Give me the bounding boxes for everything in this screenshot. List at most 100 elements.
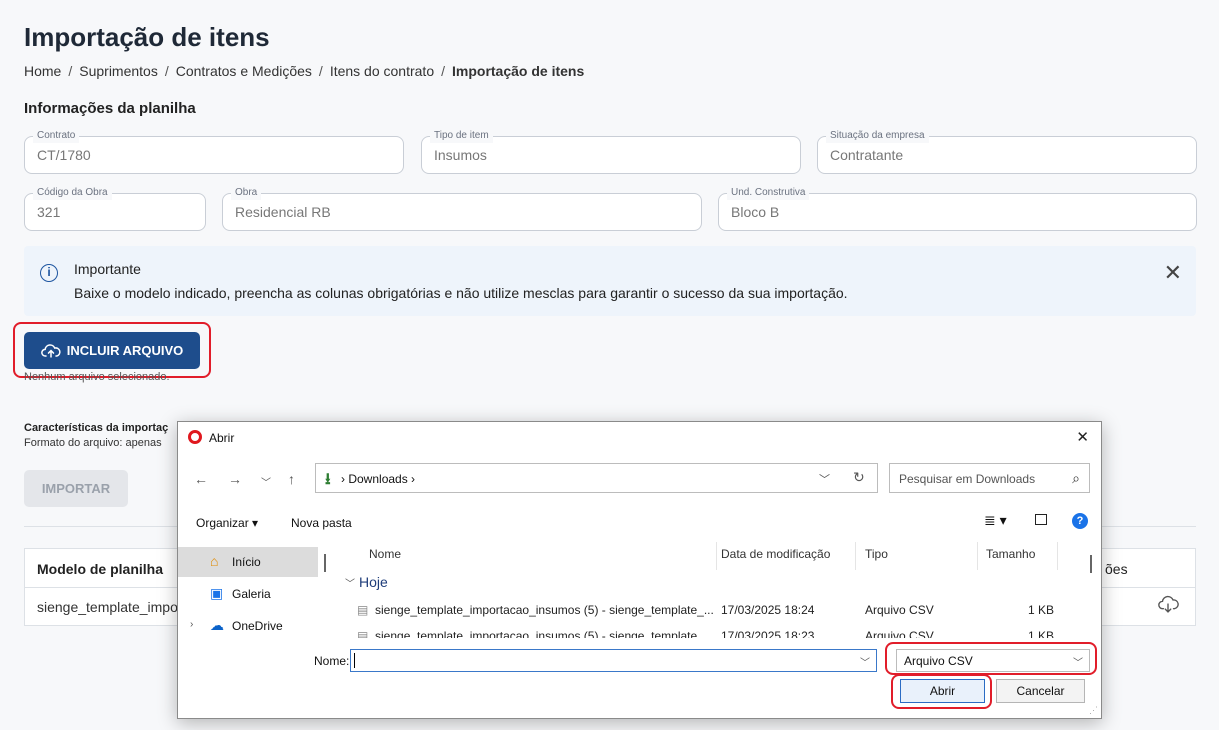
new-folder-button[interactable]: Nova pasta bbox=[291, 516, 352, 530]
back-icon[interactable]: ← bbox=[194, 471, 208, 487]
expand-chevron-icon[interactable]: › bbox=[190, 619, 193, 630]
gallery-icon: ▣ bbox=[210, 585, 224, 601]
breadcrumb: Home / Suprimentos / Contratos e Medições / It… bbox=[24, 63, 585, 79]
address-dropdown-icon[interactable]: ﹀ bbox=[819, 471, 830, 487]
column-tipo[interactable]: Tipo bbox=[865, 547, 888, 561]
file-name: sienge_template_importacao_insumos (5) -… bbox=[375, 629, 714, 638]
codigo-obra-label: Código da Obra bbox=[33, 186, 112, 200]
column-separator bbox=[716, 542, 717, 570]
file-type: Arquivo CSV bbox=[865, 603, 934, 617]
search-box[interactable]: Pesquisar em Downloads ⌕ bbox=[889, 463, 1090, 493]
breadcrumb-suprimentos[interactable]: Suprimentos bbox=[79, 63, 158, 79]
file-list-scrollbar[interactable] bbox=[1090, 555, 1092, 573]
breadcrumb-home[interactable]: Home bbox=[24, 63, 61, 79]
column-tamanho[interactable]: Tamanho bbox=[986, 547, 1035, 561]
caracteristicas-format: Formato do arquivo: apenas bbox=[24, 437, 162, 449]
open-file-dialog: Abrir ✕ ← → ﹀ ↑ ⭳ › Downloads › ﹀ ↻ Pesq… bbox=[177, 421, 1102, 719]
file-icon: ▤ bbox=[357, 629, 369, 638]
column-data[interactable]: Data de modificação bbox=[721, 547, 830, 561]
file-name: sienge_template_importacao_insumos (5) -… bbox=[375, 603, 714, 617]
home-icon: ⌂ bbox=[210, 553, 219, 569]
cancelar-button[interactable]: Cancelar bbox=[996, 679, 1085, 703]
address-bar[interactable]: ⭳ › Downloads › ﹀ ↻ bbox=[315, 463, 878, 493]
sidebar-scrollbar[interactable] bbox=[324, 554, 326, 572]
address-folder: Downloads bbox=[348, 472, 408, 486]
file-size: 1 KB bbox=[1028, 629, 1055, 638]
incluir-arquivo-button[interactable]: INCLUIR ARQUIVO bbox=[24, 332, 200, 369]
cloud-icon: ☁ bbox=[210, 617, 224, 633]
file-date: 17/03/2025 18:23 bbox=[721, 629, 815, 638]
cloud-upload-icon bbox=[40, 343, 61, 358]
codigo-obra-field[interactable]: Código da Obra 321 bbox=[24, 186, 206, 231]
group-hoje[interactable]: ﹀ Hoje bbox=[345, 574, 388, 590]
tipo-item-label: Tipo de item bbox=[430, 129, 493, 143]
file-size: 1 KB bbox=[1028, 603, 1055, 617]
column-nome[interactable]: Nome bbox=[369, 547, 401, 561]
column-acoes: ões bbox=[1105, 561, 1128, 577]
tipo-item-field[interactable]: Tipo de item Insumos bbox=[421, 129, 801, 174]
obra-label: Obra bbox=[231, 186, 262, 200]
address-text: › Downloads › bbox=[341, 472, 416, 486]
sidebar-item-onedrive[interactable]: › ☁ OneDrive bbox=[178, 611, 318, 641]
filename-label: Nome: bbox=[314, 654, 350, 668]
cloud-download-icon[interactable] bbox=[1157, 595, 1179, 620]
file-type-select[interactable]: Arquivo CSV ﹀ bbox=[896, 649, 1090, 672]
resize-grip-icon[interactable]: ⋰ bbox=[1089, 705, 1098, 716]
refresh-icon[interactable]: ↻ bbox=[853, 469, 865, 486]
section-title: Informações da planilha bbox=[24, 100, 196, 117]
file-icon: ▤ bbox=[357, 603, 369, 617]
forward-icon[interactable]: → bbox=[228, 471, 242, 487]
file-status: Nenhum arquivo selecionado. bbox=[24, 371, 170, 383]
obra-field[interactable]: Obra Residencial RB bbox=[222, 186, 702, 231]
close-icon[interactable]: ✕ bbox=[1164, 260, 1182, 286]
breadcrumb-contratos[interactable]: Contratos e Medições bbox=[176, 63, 312, 79]
organize-menu[interactable]: Organizar ▾ bbox=[196, 516, 258, 530]
und-construtiva-value: Bloco B bbox=[731, 204, 780, 220]
download-icon: ⭳ bbox=[325, 471, 331, 488]
breadcrumb-itens[interactable]: Itens do contrato bbox=[330, 63, 434, 79]
search-icon: ⌕ bbox=[1072, 470, 1080, 486]
column-separator bbox=[1057, 542, 1058, 570]
opera-icon bbox=[188, 430, 202, 444]
incluir-arquivo-label: INCLUIR ARQUIVO bbox=[66, 343, 184, 358]
history-chevron-icon[interactable]: ﹀ bbox=[261, 474, 271, 489]
alert-title: Importante bbox=[74, 261, 141, 277]
alert-text: Baixe o modelo indicado, preencha as col… bbox=[74, 285, 848, 301]
row-model-name: sienge_template_impo bbox=[37, 599, 178, 615]
sidebar-item-galeria[interactable]: ▣ Galeria bbox=[178, 579, 318, 609]
situacao-label: Situação da empresa bbox=[826, 129, 929, 143]
und-construtiva-label: Und. Construtiva bbox=[727, 186, 810, 200]
chevron-down-icon[interactable]: ﹀ bbox=[860, 654, 870, 669]
view-options-icon[interactable]: ≣ ▾ bbox=[984, 512, 1007, 529]
search-placeholder: Pesquisar em Downloads bbox=[899, 472, 1036, 486]
up-icon[interactable]: ↑ bbox=[288, 471, 295, 487]
file-type: Arquivo CSV bbox=[865, 629, 934, 638]
sidebar-item-inicio[interactable]: ⌂ Início bbox=[178, 547, 318, 577]
file-row[interactable]: ▤ sienge_template_importacao_insumos (5)… bbox=[335, 626, 1058, 638]
file-type-value: Arquivo CSV bbox=[904, 654, 973, 668]
contrato-field[interactable]: Contrato CT/1780 bbox=[24, 129, 404, 174]
column-separator bbox=[977, 542, 978, 570]
contrato-label: Contrato bbox=[33, 129, 80, 143]
filename-input[interactable]: ﹀ bbox=[350, 649, 877, 672]
preview-pane-icon[interactable] bbox=[1035, 514, 1047, 525]
contrato-value: CT/1780 bbox=[37, 147, 91, 163]
situacao-field[interactable]: Situação da empresa Contratante bbox=[817, 129, 1197, 174]
chevron-down-icon: ﹀ bbox=[1073, 658, 1083, 669]
obra-value: Residencial RB bbox=[235, 204, 331, 220]
group-label: Hoje bbox=[359, 574, 388, 590]
column-separator bbox=[855, 542, 856, 570]
importar-button[interactable]: IMPORTAR bbox=[24, 470, 128, 507]
sidebar-label: Galeria bbox=[232, 587, 271, 601]
abrir-button[interactable]: Abrir bbox=[900, 679, 985, 703]
codigo-obra-value: 321 bbox=[37, 204, 61, 220]
sidebar-label: Início bbox=[232, 555, 261, 569]
help-icon[interactable]: ? bbox=[1072, 513, 1088, 529]
page-title: Importação de itens bbox=[24, 22, 270, 52]
file-date: 17/03/2025 18:24 bbox=[721, 603, 815, 617]
und-construtiva-field[interactable]: Und. Construtiva Bloco B bbox=[718, 186, 1197, 231]
file-row[interactable]: ▤ sienge_template_importacao_insumos (5)… bbox=[335, 600, 1058, 622]
sidebar-label: OneDrive bbox=[232, 619, 283, 633]
breadcrumb-current: Importação de itens bbox=[452, 63, 585, 79]
dialog-close-icon[interactable]: ✕ bbox=[1076, 428, 1089, 446]
